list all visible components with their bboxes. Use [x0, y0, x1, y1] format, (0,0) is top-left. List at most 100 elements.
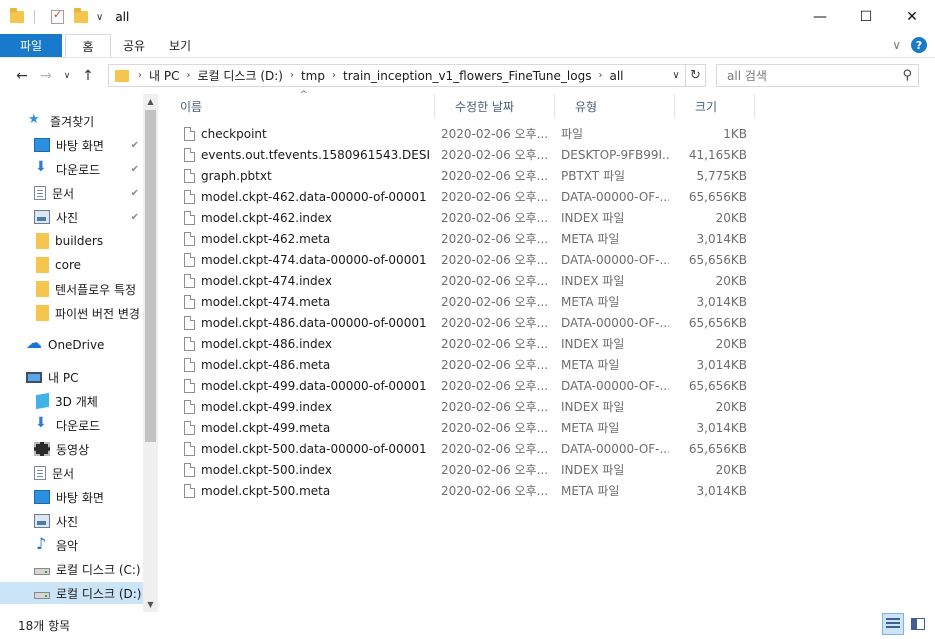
sidebar-item-onedrive[interactable]: OneDrive: [0, 334, 143, 356]
table-row[interactable]: model.ckpt-474.index 2020-02-06 오후... INDE…: [160, 271, 760, 292]
file-date: 2020-02-06 오후...: [441, 274, 549, 288]
table-row[interactable]: model.ckpt-500.data-00000-of-00001 2020-0…: [160, 439, 760, 460]
file-type: DATA-00000-OF-...: [561, 190, 669, 204]
expand-ribbon-icon[interactable]: ∨: [892, 38, 901, 52]
sidebar-item-documents[interactable]: 문서: [0, 462, 143, 484]
file-date: 2020-02-06 오후...: [441, 253, 549, 267]
file-type: META 파일: [561, 421, 620, 435]
table-row[interactable]: graph.pbtxt 2020-02-06 오후... PBTXT 파일 5,775…: [160, 166, 760, 187]
forward-button[interactable]: →: [34, 68, 58, 84]
sidebar-item-drive-c[interactable]: 로컬 디스크 (C:): [0, 558, 143, 580]
breadcrumb-item[interactable]: 로컬 디스크 (D:): [193, 67, 286, 84]
sidebar-item-core[interactable]: core: [0, 254, 143, 276]
breadcrumb-separator[interactable]: ›: [329, 70, 339, 81]
table-row[interactable]: model.ckpt-474.data-00000-of-00001 2020-0…: [160, 250, 760, 271]
properties-icon[interactable]: [51, 8, 64, 24]
file-type: DATA-00000-OF-...: [561, 316, 669, 330]
maximize-button[interactable]: ☐: [843, 0, 889, 34]
sidebar-item-desktop[interactable]: 바탕 화면: [0, 486, 143, 508]
tiles-view-button[interactable]: [907, 613, 929, 635]
sort-ascending-icon: ^: [300, 90, 308, 100]
address-dropdown-icon[interactable]: ∨: [667, 70, 685, 81]
sidebar-item-label: 로컬 디스크 (D:): [56, 586, 142, 601]
table-row[interactable]: model.ckpt-499.meta 2020-02-06 오후... META …: [160, 418, 760, 439]
breadcrumb-separator[interactable]: ›: [183, 70, 193, 81]
table-row[interactable]: model.ckpt-500.meta 2020-02-06 오후... META …: [160, 481, 760, 502]
column-header-type[interactable]: 유형: [555, 94, 675, 118]
breadcrumb-item[interactable]: all: [605, 69, 627, 83]
file-name: model.ckpt-486.data-00000-of-00001: [201, 316, 427, 330]
sidebar-item-documents-pinned[interactable]: 문서 ✔: [0, 182, 143, 204]
scroll-up-icon[interactable]: ▲: [143, 94, 158, 109]
file-icon: [184, 316, 195, 330]
table-row[interactable]: model.ckpt-462.index 2020-02-06 오후... INDE…: [160, 208, 760, 229]
new-folder-icon[interactable]: [74, 8, 88, 23]
sidebar-item-this-pc[interactable]: 내 PC: [0, 366, 143, 388]
sidebar-item-quick-access[interactable]: 즐겨찾기: [28, 110, 143, 132]
refresh-button[interactable]: ↻: [685, 65, 705, 86]
close-button[interactable]: ✕: [889, 0, 935, 34]
address-bar[interactable]: › 내 PC › 로컬 디스크 (D:) › tmp › train_incep…: [108, 64, 706, 87]
help-icon[interactable]: ?: [911, 37, 927, 53]
recent-locations-button[interactable]: ∨: [58, 71, 76, 81]
file-size: 20KB: [715, 274, 747, 288]
details-view-button[interactable]: [882, 613, 904, 635]
table-row[interactable]: model.ckpt-499.index 2020-02-06 오후... INDE…: [160, 397, 760, 418]
minimize-button[interactable]: —: [797, 0, 843, 34]
onedrive-icon: [26, 334, 42, 352]
table-row[interactable]: checkpoint 2020-02-06 오후... 파일 1KB: [160, 124, 760, 145]
quick-access-toolbar: ∨: [0, 8, 103, 24]
sidebar-item-pictures[interactable]: 사진: [0, 510, 143, 532]
sidebar-item-downloads-pinned[interactable]: 다운로드 ✔: [0, 158, 143, 180]
up-button[interactable]: ↑: [76, 68, 100, 84]
search-input[interactable]: all 검색 ⚲: [716, 64, 919, 87]
navigation-pane-scrollbar[interactable]: ▲ ▼: [143, 94, 158, 612]
table-row[interactable]: model.ckpt-486.data-00000-of-00001 2020-0…: [160, 313, 760, 334]
scrollbar-thumb[interactable]: [145, 110, 156, 442]
file-size: 3,014KB: [696, 421, 747, 435]
table-row[interactable]: model.ckpt-486.meta 2020-02-06 오후... META …: [160, 355, 760, 376]
table-row[interactable]: model.ckpt-462.data-00000-of-00001 2020-0…: [160, 187, 760, 208]
table-row[interactable]: model.ckpt-499.data-00000-of-00001 2020-0…: [160, 376, 760, 397]
breadcrumb-separator[interactable]: ›: [595, 70, 605, 81]
table-row[interactable]: model.ckpt-486.index 2020-02-06 오후... INDE…: [160, 334, 760, 355]
back-button[interactable]: ←: [10, 68, 34, 84]
file-date: 2020-02-06 오후...: [441, 484, 549, 498]
file-icon: [184, 274, 195, 288]
breadcrumb-separator[interactable]: ›: [287, 70, 297, 81]
sidebar-item-desktop-pinned[interactable]: 바탕 화면 ✔: [0, 134, 143, 156]
search-icon[interactable]: ⚲: [902, 68, 912, 83]
sidebar-item-downloads[interactable]: 다운로드: [0, 414, 143, 436]
file-date: 2020-02-06 오후...: [441, 169, 549, 183]
tab-view[interactable]: 보기: [157, 34, 203, 57]
document-icon: [34, 186, 46, 200]
column-header-name[interactable]: 이름 ^: [160, 90, 435, 118]
breadcrumb-item[interactable]: 내 PC: [145, 67, 183, 84]
file-icon: [184, 127, 195, 141]
pin-icon: ✔: [130, 211, 139, 223]
sidebar-item-3d-objects[interactable]: 3D 개체: [0, 390, 143, 412]
sidebar-item-pictures-pinned[interactable]: 사진 ✔: [0, 206, 143, 228]
tab-home[interactable]: 홈: [65, 34, 111, 57]
column-header-date[interactable]: 수정한 날짜: [435, 94, 555, 118]
customize-toolbar-icon[interactable]: ∨: [96, 12, 103, 23]
column-header-size[interactable]: 크기: [675, 94, 755, 118]
download-icon: [34, 159, 50, 176]
table-row[interactable]: model.ckpt-500.index 2020-02-06 오후... INDE…: [160, 460, 760, 481]
sidebar-item-builders[interactable]: builders: [0, 230, 143, 252]
sidebar-item-drive-d[interactable]: 로컬 디스크 (D:): [0, 582, 143, 604]
sidebar-item-videos[interactable]: 동영상: [0, 438, 143, 460]
tab-share[interactable]: 공유: [111, 34, 157, 57]
table-row[interactable]: model.ckpt-462.meta 2020-02-06 오후... META …: [160, 229, 760, 250]
sidebar-item-music[interactable]: 음악: [0, 534, 143, 556]
sidebar-item-folder[interactable]: 텐서플로우 특정: [0, 278, 143, 300]
table-row[interactable]: events.out.tfevents.1580961543.DESKT... 2…: [160, 145, 760, 166]
tab-file[interactable]: 파일: [0, 34, 62, 57]
breadcrumb-item[interactable]: tmp: [297, 69, 329, 83]
table-row[interactable]: model.ckpt-474.meta 2020-02-06 오후... META …: [160, 292, 760, 313]
sidebar-item-folder[interactable]: 파이썬 버전 변경: [0, 302, 143, 324]
file-type: DESKTOP-9FB99I...: [561, 148, 669, 162]
file-size: 3,014KB: [696, 358, 747, 372]
scroll-down-icon[interactable]: ▼: [143, 597, 158, 612]
breadcrumb-item[interactable]: train_inception_v1_flowers_FineTune_logs: [339, 69, 595, 83]
